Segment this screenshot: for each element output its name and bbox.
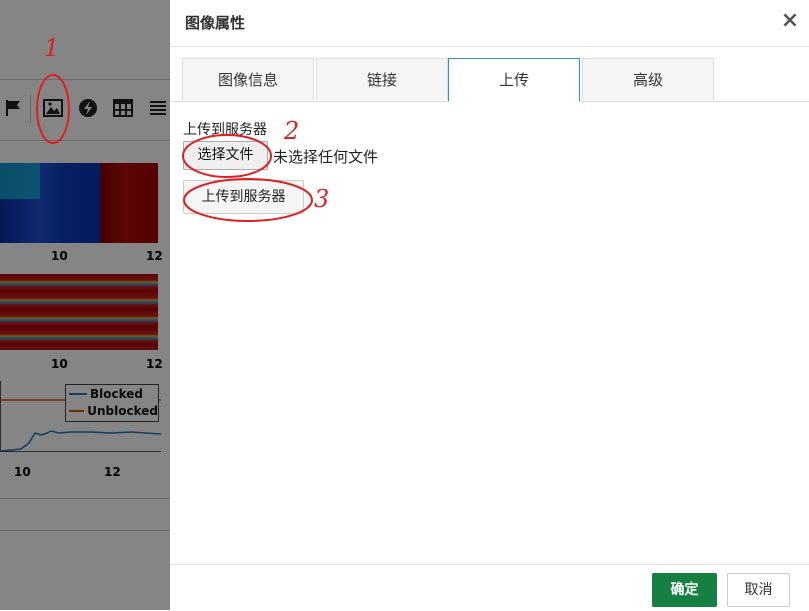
tab-upload[interactable]: 上传 <box>448 58 580 102</box>
tab-advanced[interactable]: 高级 <box>582 58 714 100</box>
image-properties-dialog: 图像属性 × 图像信息 链接 上传 高级 上传到服务器 选择文件 未选择任何文件… <box>170 0 809 610</box>
tab-link[interactable]: 链接 <box>316 58 448 100</box>
file-status-text: 未选择任何文件 <box>273 148 379 166</box>
choose-file-button[interactable]: 选择文件 <box>183 141 268 170</box>
dialog-title: 图像属性 <box>185 14 246 32</box>
dialog-footer: 确定 取消 <box>170 564 809 611</box>
dialog-header: 图像属性 × <box>170 0 809 47</box>
annotation-number: 2 <box>284 117 300 145</box>
ok-button[interactable]: 确定 <box>652 573 717 607</box>
annotation-number: 1 <box>44 34 60 62</box>
annotation-number: 3 <box>314 185 330 213</box>
modal-backdrop[interactable] <box>0 0 170 610</box>
dialog-tabs: 图像信息 链接 上传 高级 <box>170 58 809 102</box>
tab-image-info[interactable]: 图像信息 <box>182 58 314 100</box>
cancel-button[interactable]: 取消 <box>727 573 790 607</box>
close-icon[interactable]: × <box>779 10 801 32</box>
upload-label: 上传到服务器 <box>183 122 267 138</box>
upload-to-server-button[interactable]: 上传到服务器 <box>183 180 304 214</box>
